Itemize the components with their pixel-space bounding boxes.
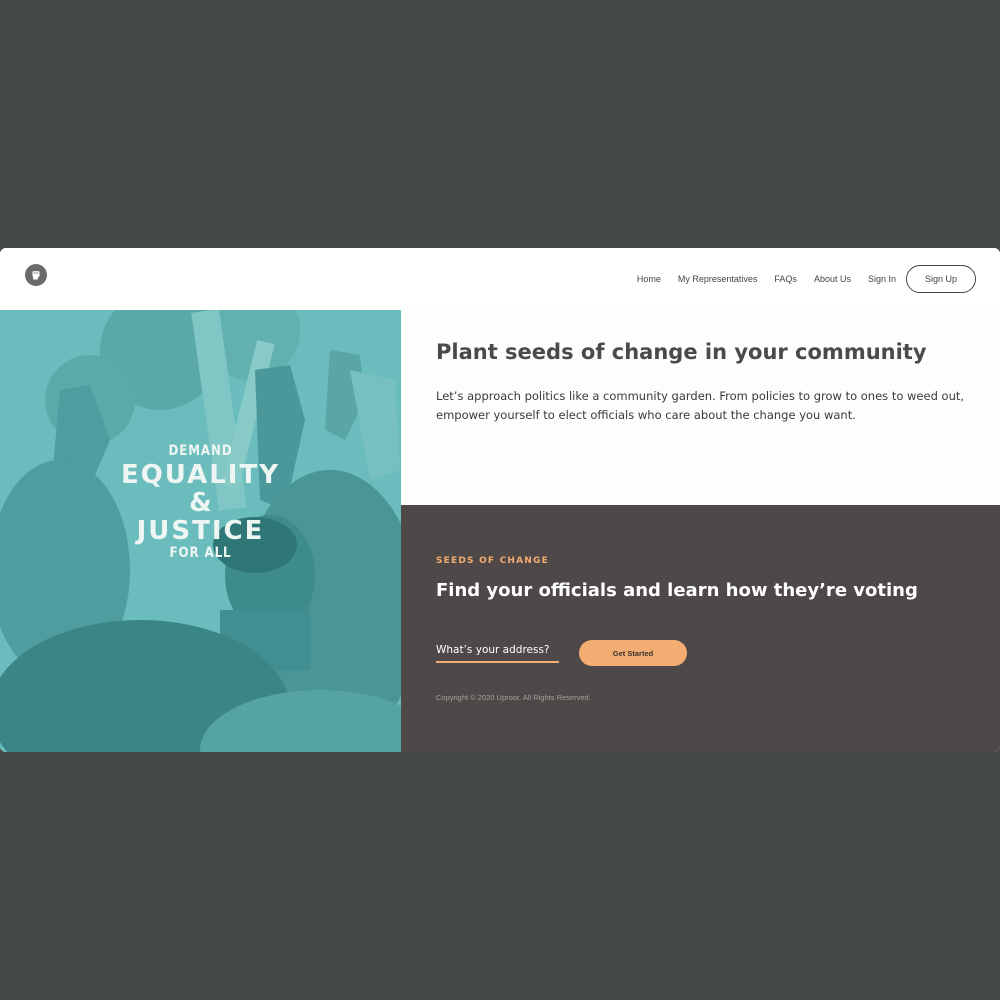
poster-line-for-all: FOR ALL (169, 545, 232, 561)
intro-body: Let’s approach politics like a community… (436, 389, 965, 422)
nav-sign-in-link[interactable]: Sign In (868, 274, 896, 284)
nav-my-representatives-link[interactable]: My Representatives (678, 274, 758, 284)
poster-line-demand: DEMAND (168, 443, 233, 459)
copyright-text: Copyright © 2020 Uproot. All Rights Rese… (436, 693, 591, 702)
poster-line-equality: EQUALITY (120, 460, 281, 490)
main-nav: Home My Representatives FAQs About Us Si… (620, 264, 976, 294)
intro-section: Plant seeds of change in your community … (401, 310, 1000, 505)
address-input[interactable] (436, 639, 559, 663)
find-officials-section: SEEDS OF CHANGE Find your officials and … (401, 505, 1000, 752)
nav-about-us-link[interactable]: About Us (814, 274, 851, 284)
sign-up-button[interactable]: Sign Up (906, 265, 976, 293)
section-eyebrow: SEEDS OF CHANGE (436, 556, 549, 566)
site-header: Home My Representatives FAQs About Us Si… (0, 248, 1000, 310)
nav-faqs-link[interactable]: FAQs (774, 274, 797, 284)
poster-line-justice: JUSTICE (136, 516, 265, 546)
raised-fist-icon[interactable] (25, 264, 47, 286)
nav-home-link[interactable]: Home (637, 274, 661, 284)
poster-line-ampersand: & (189, 488, 212, 518)
protest-sign: DEMAND EQUALITY & JUSTICE FOR ALL (0, 444, 401, 564)
hero-protest-image: DEMAND EQUALITY & JUSTICE FOR ALL (0, 310, 401, 752)
intro-title: Plant seeds of change in your community (436, 340, 927, 364)
get-started-button[interactable]: Get Started (579, 640, 687, 666)
cta-title: Find your officials and learn how they’r… (436, 580, 918, 601)
browser-frame: Home My Representatives FAQs About Us Si… (0, 248, 1000, 752)
